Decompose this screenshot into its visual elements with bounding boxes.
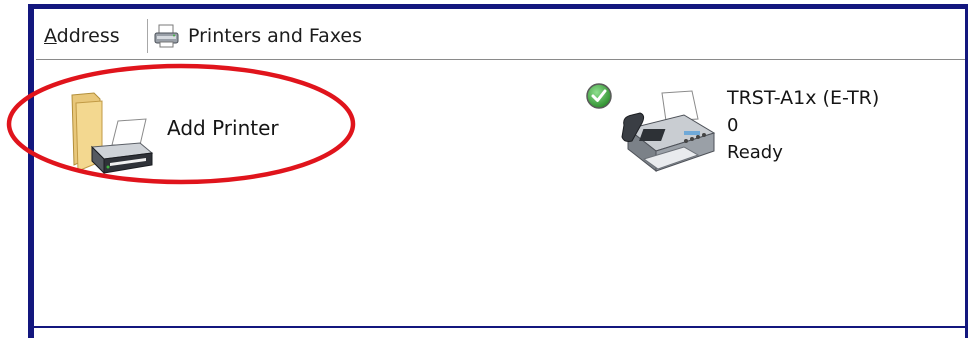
printer-status: Ready (727, 142, 783, 163)
fax-printer-item[interactable]: TRST-A1x (E-TR) 0 Ready (584, 81, 914, 211)
window-content: Address Printers and Faxes Add Printer T… (34, 9, 965, 338)
add-printer-label: Add Printer (167, 116, 279, 140)
address-separator (147, 19, 148, 53)
address-label-rest: ddress (56, 25, 120, 47)
printer-small-icon (154, 24, 179, 48)
fax-info: TRST-A1x (E-TR) 0 Ready (727, 85, 879, 166)
address-path-field[interactable]: Printers and Faxes (154, 21, 362, 51)
default-check-icon (586, 83, 612, 109)
explorer-window: Address Printers and Faxes Add Printer T… (28, 4, 968, 338)
address-path-text: Printers and Faxes (188, 25, 363, 47)
address-bar: Address Printers and Faxes (36, 11, 965, 60)
printer-name: TRST-A1x (E-TR) (727, 87, 880, 109)
printer-documents: 0 (727, 115, 739, 136)
window-bottom-border (34, 326, 968, 328)
fax-machine-icon (621, 90, 716, 173)
address-label: Address (44, 21, 120, 51)
address-label-accesskey: A (44, 25, 57, 47)
add-printer-icon (71, 92, 154, 175)
add-printer-item[interactable]: Add Printer (60, 83, 360, 193)
